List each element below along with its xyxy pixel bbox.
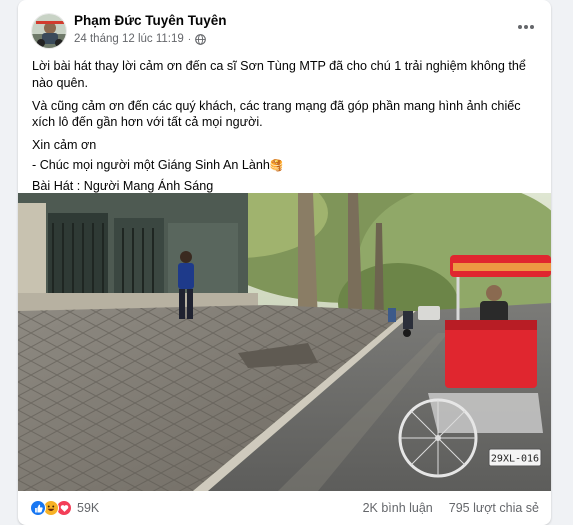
- pancake-emoji: 🥞: [269, 160, 284, 172]
- author-name[interactable]: Phạm Đức Tuyên Tuyên: [74, 13, 227, 28]
- reaction-count: 59K: [77, 501, 100, 515]
- post-meta: 24 tháng 12 lúc 11:19 ·: [74, 33, 206, 45]
- more-horizontal-icon: [518, 25, 534, 29]
- post-text-line: Và cũng cảm ơn đến các quý khách, các tr…: [32, 98, 521, 130]
- shares-count-link[interactable]: 795 lượt chia sẻ: [449, 501, 539, 515]
- post-text-line: Xin cảm ơn: [32, 138, 97, 152]
- more-options-button[interactable]: [511, 14, 541, 40]
- post-text-line: Lời bài hát thay lời cảm ơn đến ca sĩ Sơ…: [32, 59, 526, 90]
- meta-separator: ·: [187, 33, 192, 45]
- author-avatar[interactable]: [31, 13, 67, 49]
- post-card: Phạm Đức Tuyên Tuyên 24 tháng 12 lúc 11:…: [18, 0, 551, 525]
- post-text: Lời bài hát thay lời cảm ơn đến ca sĩ Sơ…: [32, 58, 542, 201]
- reactions-summary[interactable]: 59K: [30, 500, 99, 516]
- post-header: Phạm Đức Tuyên Tuyên 24 tháng 12 lúc 11:…: [18, 0, 551, 56]
- license-plate: 29XL-016: [491, 454, 539, 465]
- comments-count-link[interactable]: 2K bình luận: [363, 501, 433, 515]
- post-footer: 59K 2K bình luận 795 lượt chia sẻ: [18, 491, 551, 525]
- post-video[interactable]: 29XL-016: [18, 193, 551, 491]
- post-timestamp[interactable]: 24 tháng 12 lúc 11:19: [74, 33, 184, 45]
- post-text-line: - Chúc mọi người một Giáng Sinh An Lành🥞: [32, 157, 542, 175]
- globe-icon: [195, 33, 206, 45]
- greeting-text: - Chúc mọi người một Giáng Sinh An Lành: [32, 158, 270, 172]
- engagement-stats: 2K bình luận 795 lượt chia sẻ: [363, 501, 539, 515]
- like-icon: [30, 500, 46, 516]
